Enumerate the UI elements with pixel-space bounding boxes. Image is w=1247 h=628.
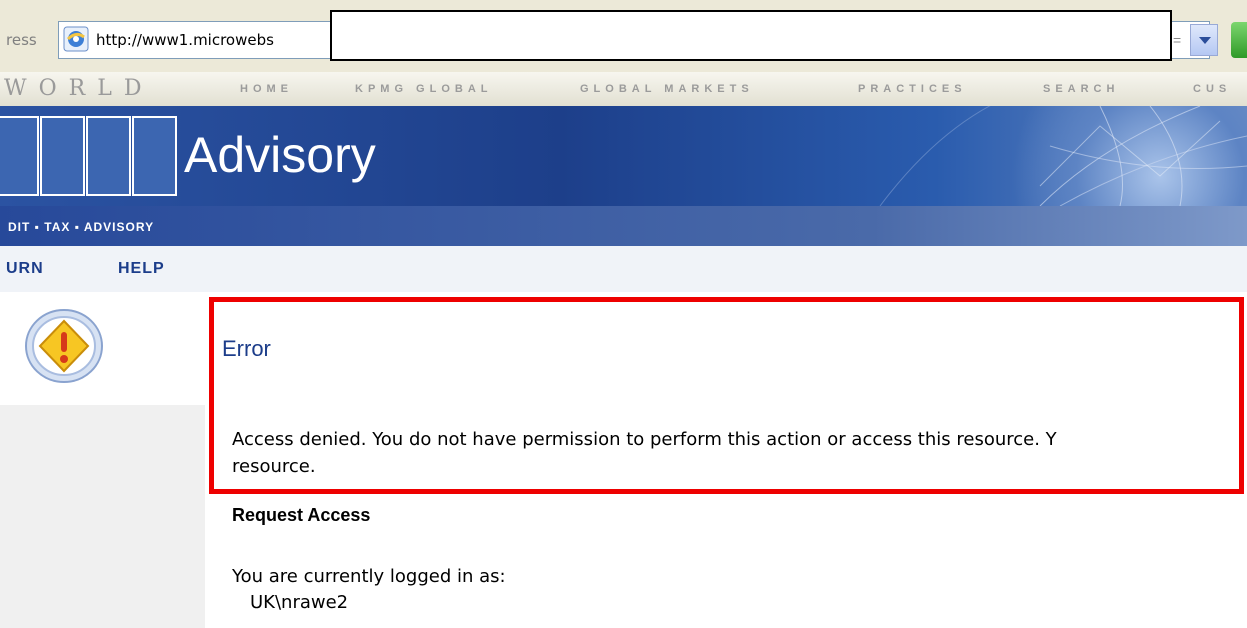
nav-global-markets[interactable]: GLOBAL MARKETS — [580, 83, 754, 95]
address-url[interactable]: http://www1.microwebs — [96, 31, 274, 49]
error-highlight-box — [209, 297, 1244, 494]
kpmg-logo-box — [0, 116, 39, 196]
nav-cus[interactable]: CUS — [1193, 83, 1231, 95]
nav-kpmg-global[interactable]: KPMG GLOBAL — [355, 83, 493, 95]
address-url-trail: = — [1173, 32, 1182, 48]
subnav-help-link[interactable]: HELP — [118, 260, 165, 278]
tagline: DIT ▪ TAX ▪ ADVISORY — [8, 220, 155, 234]
subnav-return-link[interactable]: URN — [6, 260, 44, 278]
address-bar: ress http://www1.microwebs = — [0, 0, 1247, 72]
kpmg-logo-box — [86, 116, 131, 196]
logged-in-user: UK\nrawe2 — [250, 592, 349, 613]
sidebar-panel — [0, 405, 205, 628]
address-label: ress — [6, 31, 37, 49]
tagline-bar: DIT ▪ TAX ▪ ADVISORY — [0, 206, 1247, 246]
site-banner: Advisory — [0, 106, 1247, 206]
nav-practices[interactable]: PRACTICES — [858, 83, 967, 95]
kpmg-logo-box — [40, 116, 85, 196]
redaction-box — [330, 10, 1172, 61]
address-dropdown-button[interactable] — [1190, 24, 1218, 56]
warning-icon — [25, 309, 103, 383]
page-title: Advisory — [184, 127, 376, 183]
world-brand: WORLD — [4, 76, 154, 101]
request-access-title: Request Access — [232, 505, 371, 525]
logged-in-label: You are currently logged in as: — [232, 566, 506, 587]
nav-search[interactable]: SEARCH — [1043, 83, 1119, 95]
nav-home[interactable]: HOME — [240, 83, 293, 95]
top-nav: WORLD HOME KPMG GLOBAL GLOBAL MARKETS PR… — [0, 72, 1247, 107]
sub-nav: URN HELP — [0, 246, 1247, 292]
ie-page-icon — [63, 26, 89, 52]
kpmg-logo-box — [132, 116, 177, 196]
go-button[interactable] — [1231, 22, 1247, 58]
